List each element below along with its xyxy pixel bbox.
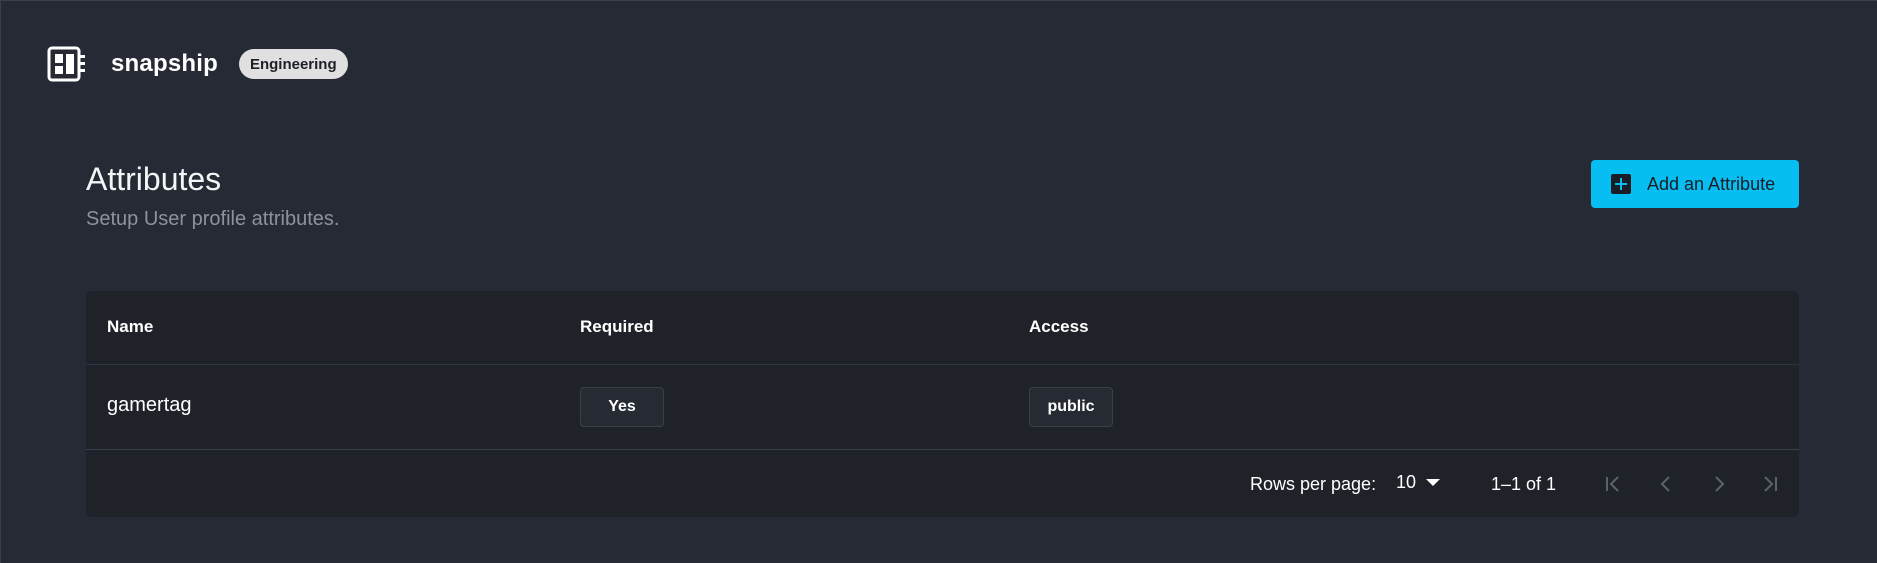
workspace-badge[interactable]: Engineering xyxy=(238,49,348,79)
attribute-name-cell: gamertag xyxy=(107,394,192,416)
last-page-icon[interactable] xyxy=(1754,468,1786,500)
page-title: Attributes xyxy=(86,161,222,197)
next-page-icon[interactable] xyxy=(1703,468,1735,500)
app-name[interactable]: snapship xyxy=(111,50,218,78)
table-row[interactable]: gamertag Yes public xyxy=(86,365,1799,450)
prev-page-icon[interactable] xyxy=(1650,468,1682,500)
page-subtitle: Setup User profile attributes. xyxy=(86,208,340,230)
column-header-name[interactable]: Name xyxy=(107,317,153,337)
pagination-range: 1–1 of 1 xyxy=(1491,474,1557,494)
table-pagination: Rows per page: 10 1–1 of 1 xyxy=(86,450,1799,517)
first-page-icon[interactable] xyxy=(1597,468,1629,500)
access-chip: public xyxy=(1029,387,1113,427)
table-header: Name Required Access xyxy=(86,291,1799,365)
rows-per-page-label: Rows per page: xyxy=(1250,474,1377,494)
column-header-access[interactable]: Access xyxy=(1029,317,1089,337)
rows-per-page-select[interactable]: 10 xyxy=(1396,472,1441,493)
add-attribute-label: Add an Attribute xyxy=(1647,173,1776,194)
rows-per-page-value: 10 xyxy=(1396,472,1417,492)
plus-box-icon xyxy=(1611,174,1631,194)
app-header: snapship Engineering xyxy=(46,44,348,84)
required-chip: Yes xyxy=(580,387,664,427)
attributes-table: Name Required Access gamertag Yes public… xyxy=(86,291,1799,517)
app-frame: snapship Engineering Attributes Setup Us… xyxy=(0,0,1877,563)
column-header-required[interactable]: Required xyxy=(580,317,654,337)
caret-down-icon xyxy=(1426,478,1441,487)
add-attribute-button[interactable]: Add an Attribute xyxy=(1591,160,1799,208)
dashboard-layout-icon[interactable] xyxy=(46,44,88,84)
